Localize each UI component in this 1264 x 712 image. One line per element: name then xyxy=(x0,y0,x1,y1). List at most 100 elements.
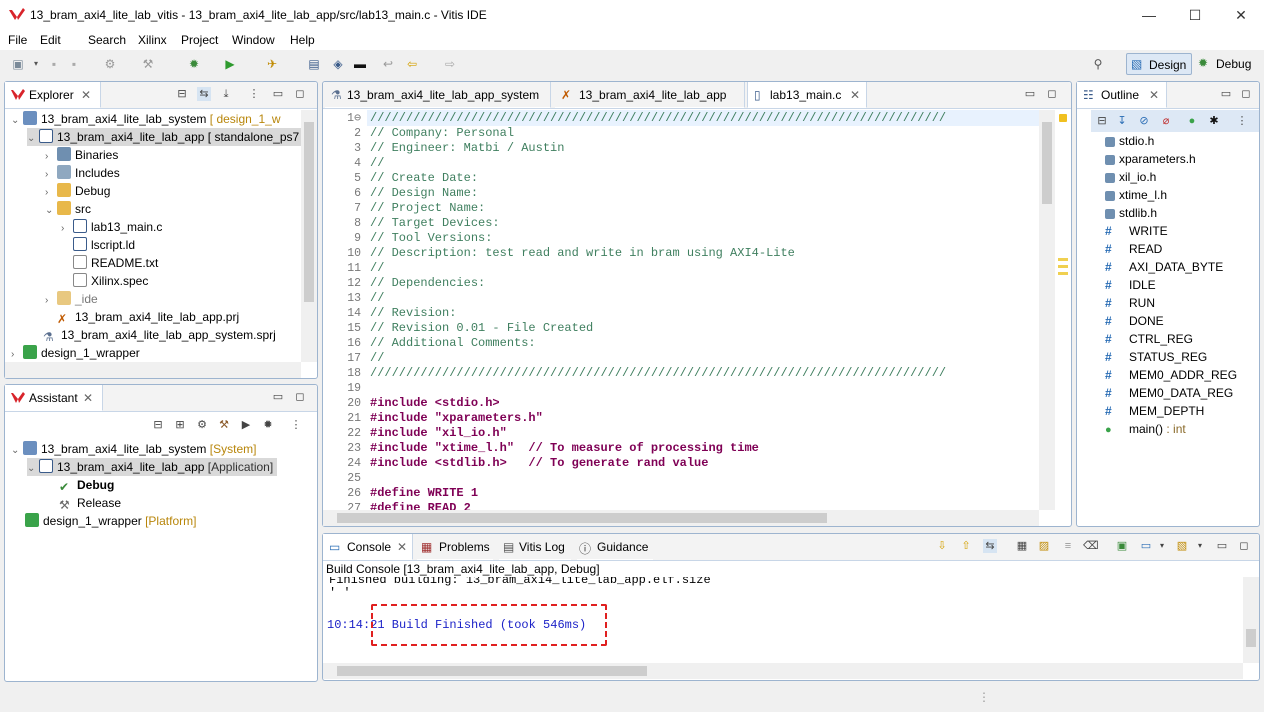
menu-edit[interactable]: Edit xyxy=(40,33,61,47)
explorer-horizontal-scrollbar[interactable] xyxy=(5,362,301,378)
console-output[interactable]: Finished building: 13_bram_axi4_lite_lab… xyxy=(323,577,1243,663)
problems-tab[interactable]: ▦ Problems xyxy=(417,534,493,560)
scrollbar-thumb[interactable] xyxy=(337,666,647,676)
code-area[interactable]: 1⊖ 2 3 4 5 6 7 8 9 10 11 12 13 14 15 16 … xyxy=(323,110,1039,510)
editor-tab-main-c[interactable]: ▯ lab13_main.c ✕ xyxy=(747,82,867,108)
sort-icon[interactable]: ↧ xyxy=(1115,114,1129,128)
menu-project[interactable]: Project xyxy=(181,33,218,47)
assistant-item-app[interactable]: ⌄ 13_bram_axi4_lite_lab_app [Application] xyxy=(27,458,277,476)
menu-xilinx[interactable]: Xilinx xyxy=(138,33,167,47)
collapse-all-icon[interactable]: ⊟ xyxy=(151,418,165,432)
console-tab[interactable]: ▭ Console ✕ xyxy=(323,534,413,560)
assistant-item-debug[interactable]: ✔ Debug xyxy=(59,476,114,494)
link-icon[interactable]: ⇆ xyxy=(983,539,997,553)
minimize-view-icon[interactable]: ▭ xyxy=(1023,87,1037,101)
display-console-icon[interactable]: ▭ xyxy=(1139,539,1153,553)
outline-include-item[interactable]: stdio.h xyxy=(1105,132,1154,150)
maximize-view-icon[interactable]: ◻ xyxy=(293,390,307,404)
scrollbar-thumb[interactable] xyxy=(304,122,314,302)
outline-define-item[interactable]: # MEM_DEPTH xyxy=(1105,402,1204,420)
outline-tab[interactable]: ☷ Outline ✕ xyxy=(1077,82,1167,108)
forward-icon[interactable]: ⇨ xyxy=(442,56,458,72)
scrollbar-thumb[interactable] xyxy=(337,513,827,523)
expand-all-icon[interactable]: ⊞ xyxy=(173,418,187,432)
hide-macros-icon[interactable]: ✱ xyxy=(1207,114,1221,128)
tree-item-binaries[interactable]: › Binaries xyxy=(45,146,118,164)
collapse-arrow-icon[interactable]: › xyxy=(45,292,57,310)
debug-perspective-button[interactable]: ✹ Debug xyxy=(1198,53,1258,75)
collapse-all-icon[interactable]: ⊟ xyxy=(1095,114,1109,128)
word-wrap-icon[interactable]: ≡ xyxy=(1061,539,1075,553)
outline-define-item[interactable]: # READ xyxy=(1105,240,1162,258)
maximize-view-icon[interactable]: ◻ xyxy=(293,87,307,101)
explorer-vertical-scrollbar[interactable] xyxy=(301,110,317,362)
editor-horizontal-scrollbar[interactable] xyxy=(323,510,1039,526)
maximize-view-icon[interactable]: ◻ xyxy=(1237,539,1251,553)
tree-item-lscript[interactable]: lscript.ld xyxy=(73,236,135,254)
debug-bug-icon[interactable]: ✹ xyxy=(186,56,202,72)
build-hammer-icon[interactable]: ⚒ xyxy=(140,56,156,72)
outline-define-item[interactable]: # DONE xyxy=(1105,312,1164,330)
collapse-all-icon[interactable]: ⊟ xyxy=(175,87,189,101)
menu-file[interactable]: File xyxy=(8,33,27,47)
tree-item-xilinx-spec[interactable]: Xilinx.spec xyxy=(73,272,148,290)
view-menu-icon[interactable]: ⋮ xyxy=(1235,114,1249,128)
program-device-icon[interactable]: ✈ xyxy=(264,56,280,72)
expand-arrow-icon[interactable]: ⌄ xyxy=(27,460,39,478)
menu-window[interactable]: Window xyxy=(232,33,275,47)
outline-define-item[interactable]: # MEM0_ADDR_REG xyxy=(1105,366,1237,384)
expand-arrow-icon[interactable]: ⌄ xyxy=(45,202,57,220)
view-menu-icon[interactable]: ⋮ xyxy=(247,87,261,101)
new-dropdown-icon[interactable]: ▾ xyxy=(28,56,44,72)
outline-define-item[interactable]: # CTRL_REG xyxy=(1105,330,1193,348)
close-icon[interactable]: ✕ xyxy=(397,540,407,554)
build-hammer-icon[interactable]: ⚒ xyxy=(217,418,231,432)
outline-define-item[interactable]: # WRITE xyxy=(1105,222,1168,240)
dropdown-icon[interactable]: ▾ xyxy=(1193,539,1207,553)
outline-include-item[interactable]: xtime_l.h xyxy=(1105,186,1167,204)
save-icon[interactable]: ▪ xyxy=(46,56,62,72)
tree-item-platform[interactable]: › design_1_wrapper xyxy=(11,344,140,362)
tree-item-sprj[interactable]: ⚗ 13_bram_axi4_lite_lab_app_system.sprj xyxy=(43,326,276,344)
maximize-view-icon[interactable]: ◻ xyxy=(1045,87,1059,101)
design-perspective-button[interactable]: ▧ Design xyxy=(1126,53,1192,75)
editor-vertical-scrollbar[interactable] xyxy=(1039,110,1055,510)
outline-define-item[interactable]: # MEM0_DATA_REG xyxy=(1105,384,1233,402)
tree-item-app[interactable]: ⌄ 13_bram_axi4_lite_lab_app [ standalone_… xyxy=(27,128,301,146)
assistant-tab[interactable]: Assistant ✕ xyxy=(5,385,103,411)
scroll-down-icon[interactable]: ⇩ xyxy=(935,539,949,553)
tree-item-ide-folder[interactable]: › _ide xyxy=(45,290,98,308)
hide-nonpublic-icon[interactable]: ● xyxy=(1185,114,1199,128)
tree-item-main-c[interactable]: › lab13_main.c xyxy=(61,218,162,236)
filter-icon[interactable]: ⤓ xyxy=(219,87,233,101)
tree-item-prj[interactable]: ✗ 13_bram_axi4_lite_lab_app.prj xyxy=(57,308,239,326)
xsct-icon[interactable]: ◈ xyxy=(330,56,346,72)
terminal-icon[interactable]: ▤ xyxy=(306,56,322,72)
debug-bug-icon[interactable]: ✹ xyxy=(261,418,275,432)
open-console-icon[interactable]: ▣ xyxy=(1115,539,1129,553)
link-editor-icon[interactable]: ⇆ xyxy=(197,87,211,101)
tree-item-system[interactable]: ⌄ 13_bram_axi4_lite_lab_system [ design_1… xyxy=(11,110,281,128)
scroll-up-icon[interactable]: ⇧ xyxy=(959,539,973,553)
hide-static-icon[interactable]: ⌀ xyxy=(1159,114,1173,128)
warning-marker-icon[interactable] xyxy=(1059,114,1067,122)
vitis-log-tab[interactable]: ▤ Vitis Log xyxy=(499,534,571,560)
tree-item-debug-folder[interactable]: › Debug xyxy=(45,182,110,200)
annotation-marker[interactable] xyxy=(1058,265,1068,268)
annotation-marker[interactable] xyxy=(1058,258,1068,261)
run-icon[interactable]: ▶ xyxy=(239,418,253,432)
guidance-tab[interactable]: ⓘ Guidance xyxy=(577,534,653,560)
outline-define-item[interactable]: # STATUS_REG xyxy=(1105,348,1207,366)
close-icon[interactable]: ✕ xyxy=(850,88,860,102)
minimize-view-icon[interactable]: ▭ xyxy=(271,390,285,404)
console-vertical-scrollbar[interactable] xyxy=(1243,577,1259,663)
scrollbar-thumb[interactable] xyxy=(1042,122,1052,204)
run-icon[interactable]: ▶ xyxy=(222,56,238,72)
collapse-arrow-icon[interactable]: › xyxy=(61,220,73,238)
view-menu-icon[interactable]: ⋮ xyxy=(289,418,303,432)
tree-item-src-folder[interactable]: ⌄ src xyxy=(45,200,91,218)
close-icon[interactable]: ✕ xyxy=(83,391,93,405)
minimize-view-icon[interactable]: ▭ xyxy=(1215,539,1229,553)
settings-gear-icon[interactable]: ⚙ xyxy=(195,418,209,432)
outline-define-item[interactable]: # RUN xyxy=(1105,294,1155,312)
